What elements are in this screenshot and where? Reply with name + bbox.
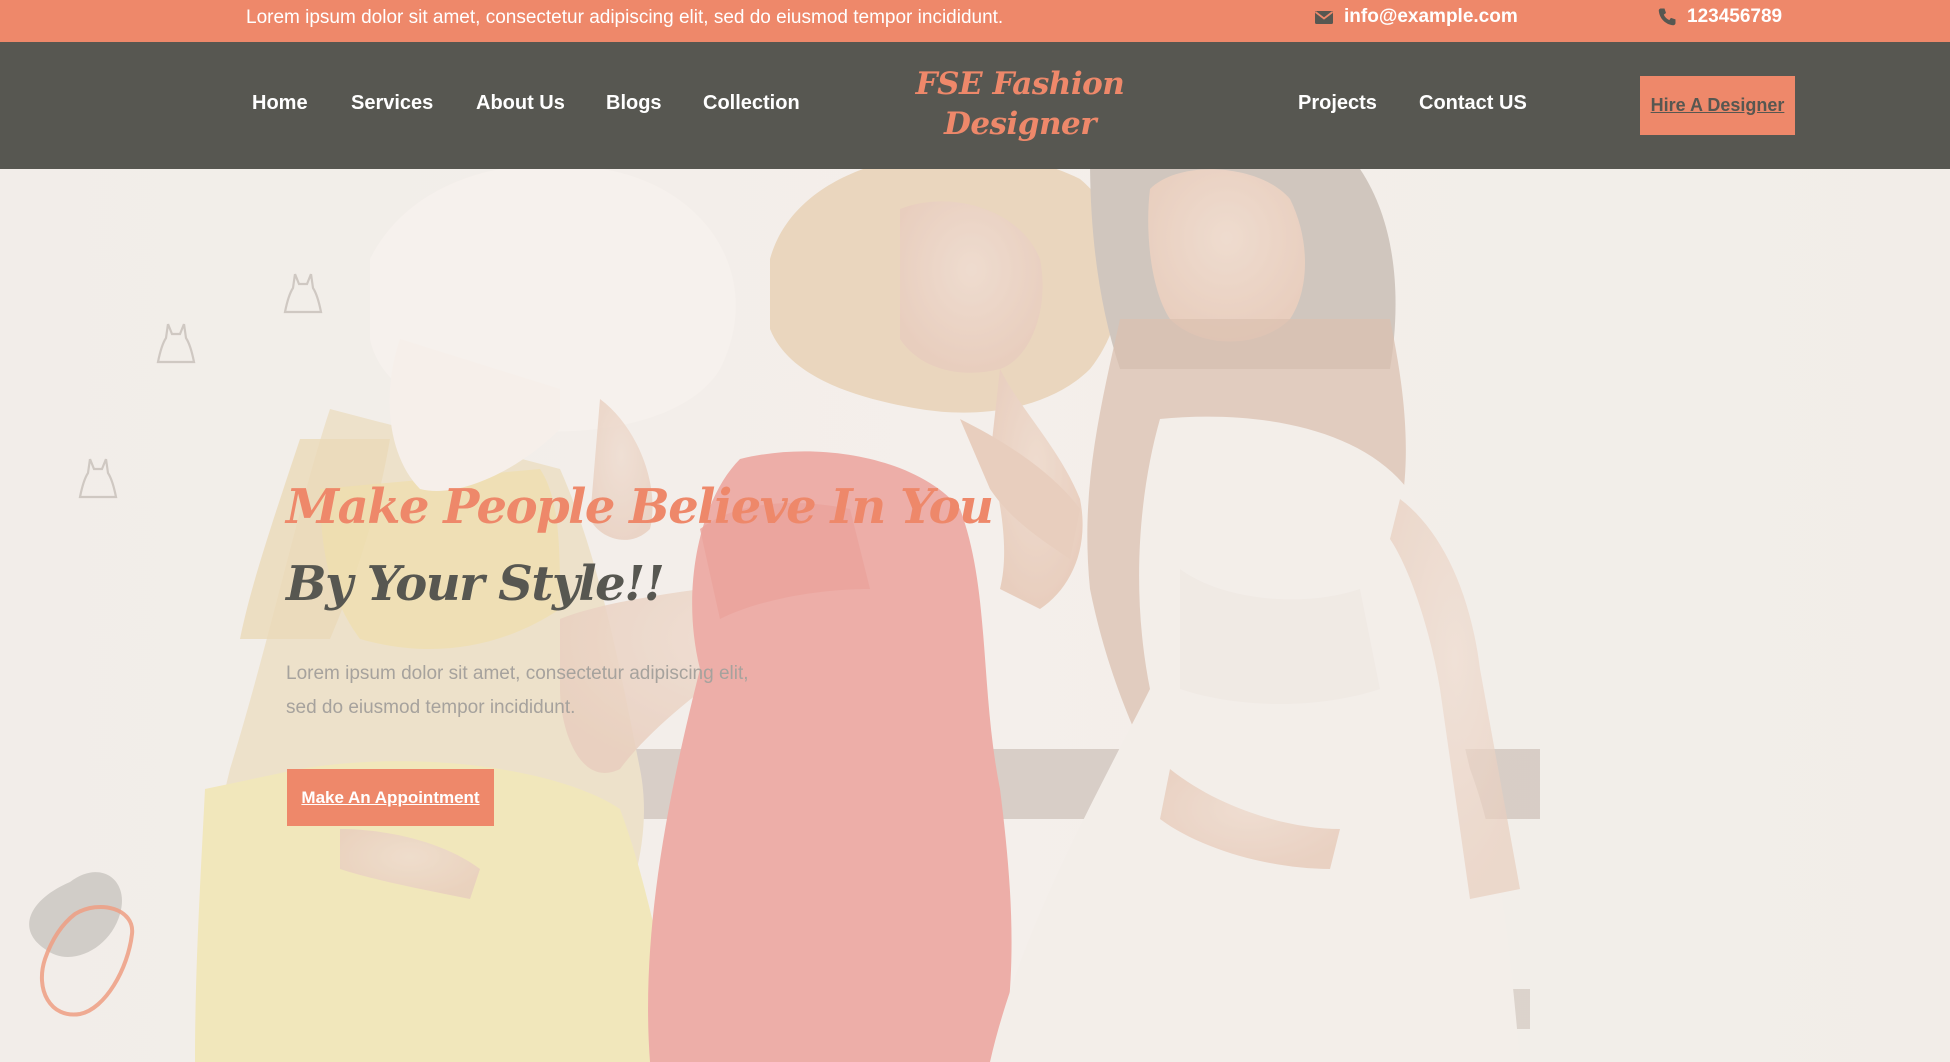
- logo-line-1: FSE Fashion: [915, 66, 1125, 102]
- hero-description: Lorem ipsum dolor sit amet, consectetur …: [286, 663, 749, 718]
- logo-line-2: Designer: [943, 106, 1097, 142]
- email-text: info@example.com: [1344, 6, 1518, 27]
- nav-projects[interactable]: Projects: [1298, 92, 1377, 115]
- nav-about-us[interactable]: About Us: [476, 92, 565, 115]
- email-link[interactable]: info@example.com: [1314, 6, 1518, 28]
- hero-background-image: [0, 169, 1950, 1062]
- top-bar-tagline: Lorem ipsum dolor sit amet, consectetur …: [246, 7, 1004, 28]
- hero-section: Make People Believe In You By Your Style…: [0, 169, 1950, 1062]
- hero-title-line-1: Make People Believe In You: [286, 479, 994, 535]
- top-bar: Lorem ipsum dolor sit amet, consectetur …: [0, 0, 1950, 42]
- hero-title-line-2: By Your Style!!: [286, 556, 665, 612]
- nav-collection[interactable]: Collection: [703, 92, 800, 115]
- nav-contact-us[interactable]: Contact US: [1419, 92, 1527, 115]
- phone-link[interactable]: 123456789: [1657, 6, 1782, 28]
- nav-services[interactable]: Services: [351, 92, 433, 115]
- hire-designer-button[interactable]: Hire A Designer: [1640, 76, 1795, 135]
- make-appointment-button[interactable]: Make An Appointment: [287, 769, 494, 826]
- nav-home[interactable]: Home: [252, 92, 308, 115]
- nav-blogs[interactable]: Blogs: [606, 92, 662, 115]
- phone-icon: [1657, 7, 1677, 27]
- phone-text: 123456789: [1687, 6, 1783, 27]
- site-logo[interactable]: FSE Fashion Designer: [905, 64, 1135, 144]
- envelope-icon: [1314, 9, 1334, 25]
